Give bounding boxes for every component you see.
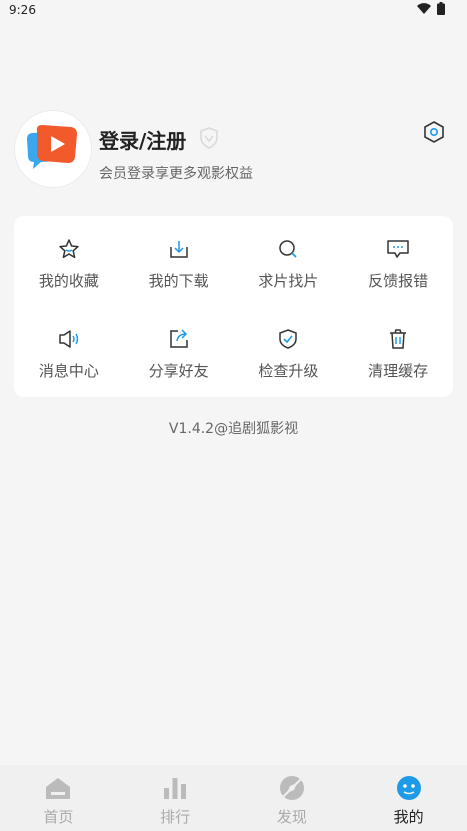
menu-item-downloads[interactable]: 我的下载 — [124, 216, 234, 306]
menu-item-label: 检查升级 — [258, 362, 319, 380]
wifi-icon — [417, 2, 431, 18]
menu-item-label: 消息中心 — [38, 362, 99, 380]
app-logo-icon — [27, 125, 77, 169]
shield-check-icon — [277, 328, 299, 350]
menu-item-label: 求片找片 — [258, 272, 319, 290]
profile-header[interactable]: 登录/注册 会员登录享更多观影权益 — [15, 111, 452, 191]
bottom-tab-bar: 首页 排行 发现 我的 — [0, 765, 467, 831]
download-icon — [168, 238, 190, 260]
star-icon — [58, 238, 80, 260]
avatar[interactable] — [15, 111, 91, 187]
menu-item-label: 我的收藏 — [38, 272, 99, 290]
member-benefit-text: 会员登录享更多观影权益 — [99, 166, 253, 182]
speaker-icon — [57, 328, 81, 350]
trash-icon — [387, 328, 409, 350]
menu-item-label: 清理缓存 — [368, 362, 429, 380]
status-time: 9:26 — [9, 3, 36, 17]
menu-item-favorites[interactable]: 我的收藏 — [14, 216, 124, 306]
tab-label: 首页 — [43, 808, 74, 826]
menu-item-feedback[interactable]: 反馈报错 — [343, 216, 453, 306]
menu-card: 我的收藏 我的下载 求片找片 反馈报错 消息中心 分享好友 检查升级 清理缓存 — [14, 216, 453, 397]
search-icon — [277, 238, 299, 260]
menu-item-messages[interactable]: 消息中心 — [14, 306, 124, 396]
tab-home[interactable]: 首页 — [0, 765, 117, 831]
menu-item-update[interactable]: 检查升级 — [234, 306, 344, 396]
login-register-title[interactable]: 登录/注册 — [99, 125, 186, 154]
tab-label: 发现 — [276, 808, 307, 826]
tab-discover[interactable]: 发现 — [234, 765, 351, 831]
status-icons — [417, 2, 445, 18]
settings-icon[interactable] — [424, 121, 444, 147]
menu-item-request[interactable]: 求片找片 — [234, 216, 344, 306]
ranking-icon — [162, 775, 188, 801]
vip-badge-icon — [199, 127, 219, 153]
menu-item-label: 分享好友 — [148, 362, 209, 380]
share-icon — [168, 328, 190, 350]
menu-item-clear-cache[interactable]: 清理缓存 — [343, 306, 453, 396]
status-bar: 9:26 — [0, 0, 467, 22]
version-text: V1.4.2@追剧狐影视 — [168, 421, 299, 437]
menu-item-label: 我的下载 — [148, 272, 209, 290]
feedback-icon — [386, 238, 410, 260]
discover-icon — [279, 775, 305, 801]
menu-item-label: 反馈报错 — [368, 272, 429, 290]
mine-icon — [396, 775, 422, 801]
tab-mine[interactable]: 我的 — [350, 765, 467, 831]
home-icon — [45, 775, 71, 801]
menu-item-share[interactable]: 分享好友 — [124, 306, 234, 396]
tab-label: 排行 — [160, 808, 191, 826]
tab-label: 我的 — [393, 808, 424, 826]
battery-icon — [437, 2, 445, 18]
tab-ranking[interactable]: 排行 — [117, 765, 234, 831]
